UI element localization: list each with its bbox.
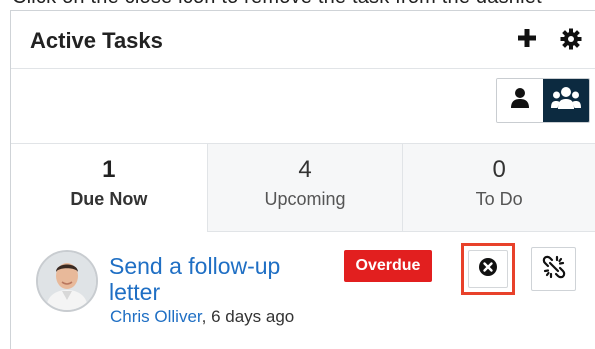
unlink-task-button[interactable] — [531, 247, 576, 291]
tab-to-do[interactable]: 0 To Do — [403, 144, 595, 232]
task-meta: Chris Olliver, 6 days ago — [110, 307, 294, 327]
task-time: , 6 days ago — [201, 307, 295, 326]
close-circle-icon — [478, 257, 498, 282]
tab-label: Upcoming — [264, 189, 346, 209]
tab-count: 4 — [298, 156, 312, 183]
close-task-button[interactable] — [461, 243, 515, 295]
caption-fragment: Click on the close icon to remove the ta… — [0, 0, 595, 10]
gear-icon[interactable] — [559, 27, 583, 51]
team-items-button[interactable] — [543, 79, 589, 122]
tab-due-now[interactable]: 1 Due Now — [11, 144, 208, 232]
close-button-inner — [468, 250, 508, 288]
dashlet-header: Active Tasks — [11, 11, 595, 69]
users-icon — [551, 86, 581, 115]
task-title-link[interactable]: Send a follow-up letter — [109, 253, 309, 305]
task-author-link[interactable]: Chris Olliver — [110, 307, 202, 326]
active-tasks-dashlet: Active Tasks 1 Due Now 4 Upcoming 0 To D… — [10, 10, 595, 349]
plus-icon[interactable] — [516, 27, 538, 49]
task-list-item: Send a follow-up letter Chris Olliver, 6… — [11, 232, 595, 349]
user-icon — [510, 87, 530, 114]
dashlet-title: Active Tasks — [30, 28, 163, 53]
task-tabs: 1 Due Now 4 Upcoming 0 To Do — [11, 144, 595, 232]
status-badge: Overdue — [344, 250, 432, 282]
tab-upcoming[interactable]: 4 Upcoming — [207, 144, 404, 232]
unlink-icon — [542, 255, 566, 284]
visibility-toggle — [496, 78, 590, 123]
filter-bar — [11, 69, 595, 144]
tab-label: To Do — [475, 189, 523, 209]
my-items-button[interactable] — [497, 79, 543, 122]
tab-label: Due Now — [70, 189, 148, 209]
avatar[interactable] — [36, 250, 98, 312]
tab-count: 0 — [492, 156, 506, 183]
caption-text: Click on the close icon to remove the ta… — [12, 0, 542, 9]
tab-count: 1 — [102, 156, 116, 183]
